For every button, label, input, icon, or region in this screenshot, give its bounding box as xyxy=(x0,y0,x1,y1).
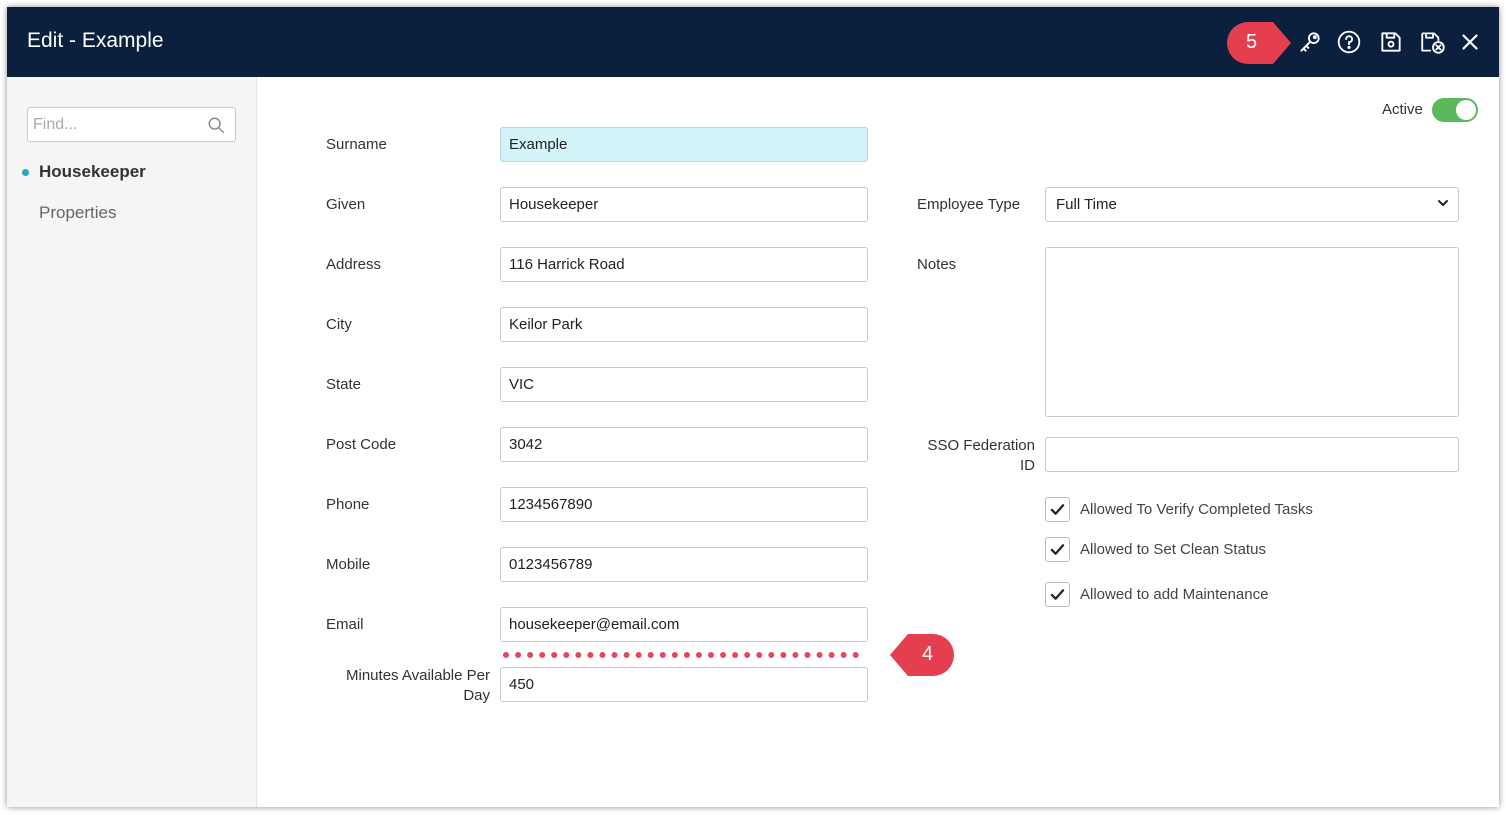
city-field[interactable] xyxy=(500,307,868,342)
chevron-down-icon xyxy=(1436,196,1450,210)
title-bar: Edit - Example 5 xyxy=(7,7,1499,77)
save-icon[interactable] xyxy=(1378,29,1404,55)
close-icon[interactable] xyxy=(1457,29,1483,55)
address-field[interactable] xyxy=(500,247,868,282)
employee-type-select[interactable]: Full Time xyxy=(1045,187,1459,222)
given-label: Given xyxy=(326,196,366,213)
sidebar-item-properties[interactable]: Properties xyxy=(39,203,116,223)
email-label: Email xyxy=(326,616,364,633)
active-toggle[interactable] xyxy=(1432,98,1478,122)
callout-4-number: 4 xyxy=(922,643,934,665)
email-field[interactable] xyxy=(500,607,868,642)
minutes-field[interactable] xyxy=(500,667,868,702)
add-maintenance-checkbox[interactable] xyxy=(1045,582,1070,607)
sso-label: SSO Federation ID xyxy=(907,436,1035,476)
mobile-label: Mobile xyxy=(326,556,371,573)
surname-label: Surname xyxy=(326,136,387,153)
phone-label: Phone xyxy=(326,496,370,513)
post-code-field[interactable] xyxy=(500,427,868,462)
surname-field[interactable] xyxy=(500,127,868,162)
minutes-label: Minutes Available Per Day xyxy=(330,666,490,706)
employee-type-value: Full Time xyxy=(1056,196,1117,213)
sidebar xyxy=(7,77,257,807)
callout-5-number: 5 xyxy=(1246,31,1258,53)
minutes-label-line1: Minutes Available Per xyxy=(346,667,490,684)
callout-4: 4 xyxy=(888,634,954,676)
employee-type-label: Employee Type xyxy=(917,196,1021,213)
find-box xyxy=(27,107,236,142)
callout-5: 5 xyxy=(1227,22,1293,64)
key-icon[interactable] xyxy=(1297,29,1323,55)
mobile-field[interactable] xyxy=(500,547,868,582)
save-close-icon[interactable] xyxy=(1419,29,1447,55)
phone-field[interactable] xyxy=(500,487,868,522)
edit-dialog: Edit - Example 5 Find... Housekeeper Pro… xyxy=(7,7,1499,807)
verify-tasks-checkbox[interactable] xyxy=(1045,497,1070,522)
active-label: Active xyxy=(1382,101,1423,118)
clean-status-checkbox[interactable] xyxy=(1045,537,1070,562)
city-label: City xyxy=(326,316,352,333)
search-icon[interactable] xyxy=(207,116,225,134)
help-icon[interactable] xyxy=(1336,29,1362,55)
minutes-label-line2: Day xyxy=(463,687,490,704)
sso-label-line2: ID xyxy=(1020,457,1035,474)
post-code-label: Post Code xyxy=(326,436,397,453)
sso-federation-id-field[interactable] xyxy=(1045,437,1459,472)
dialog-title: Edit - Example xyxy=(27,29,164,52)
sidebar-item-housekeeper[interactable]: Housekeeper xyxy=(39,162,146,182)
state-field[interactable] xyxy=(500,367,868,402)
state-label: State xyxy=(326,376,362,393)
verify-tasks-label: Allowed To Verify Completed Tasks xyxy=(1080,501,1313,518)
notes-textarea[interactable] xyxy=(1045,247,1459,417)
sso-label-line1: SSO Federation xyxy=(927,437,1035,454)
find-input[interactable] xyxy=(33,114,203,136)
clean-status-label: Allowed to Set Clean Status xyxy=(1080,541,1266,558)
address-label: Address xyxy=(326,256,382,273)
active-item-indicator xyxy=(22,169,29,176)
given-field[interactable] xyxy=(500,187,868,222)
add-maintenance-label: Allowed to add Maintenance xyxy=(1080,586,1269,603)
notes-label: Notes xyxy=(917,256,957,273)
toggle-knob xyxy=(1456,100,1476,120)
highlight-dashes xyxy=(503,652,859,658)
